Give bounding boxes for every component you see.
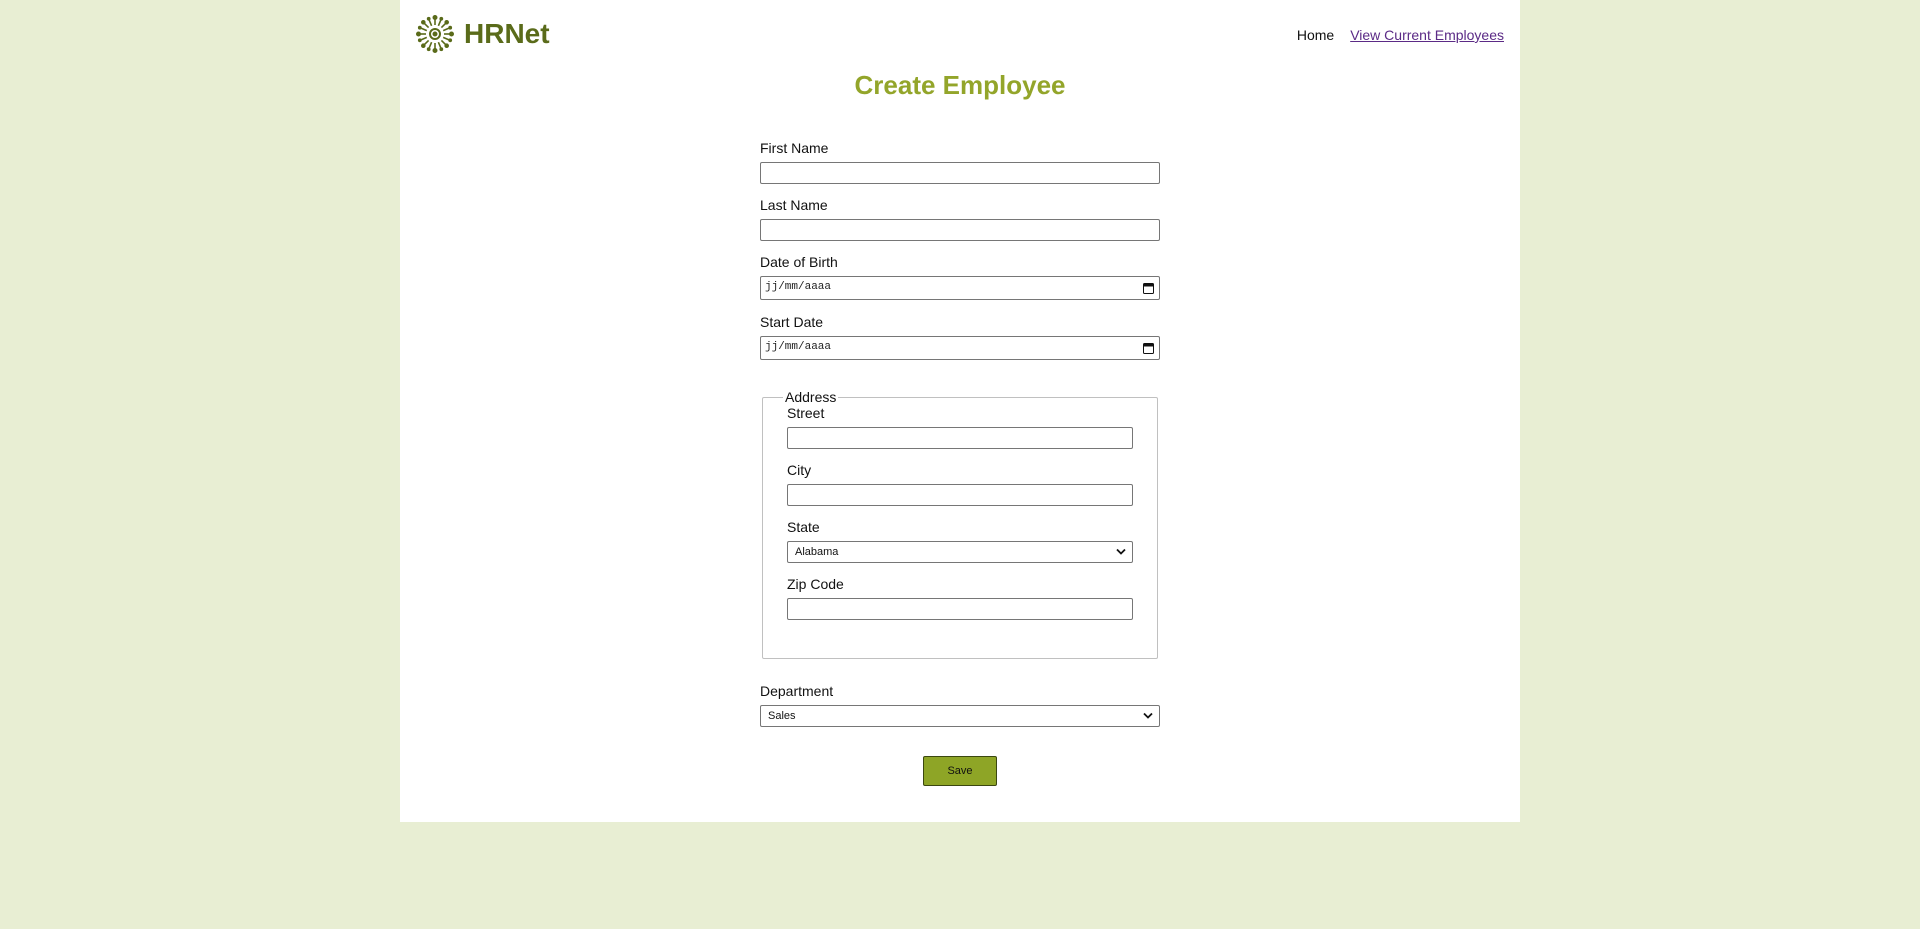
first-name-group: First Name bbox=[760, 140, 1160, 184]
department-group: Department Sales bbox=[760, 683, 1160, 727]
department-select[interactable]: Sales bbox=[760, 705, 1160, 727]
last-name-label: Last Name bbox=[760, 197, 828, 213]
page-container: HRNet Home View Current Employees Create… bbox=[400, 0, 1520, 822]
zip-input[interactable] bbox=[787, 598, 1133, 620]
date-of-birth-group: Date of Birth jj/mm/aaaa bbox=[760, 254, 1160, 300]
address-fieldset: Address Street City State Alabama Zip Co… bbox=[762, 389, 1158, 659]
state-label: State bbox=[787, 519, 820, 535]
main-nav: Home View Current Employees bbox=[1297, 27, 1504, 43]
date-of-birth-placeholder: jj/mm/aaaa bbox=[765, 281, 832, 293]
save-container: Save bbox=[760, 756, 1160, 786]
start-date-label: Start Date bbox=[760, 314, 824, 330]
city-label: City bbox=[787, 462, 812, 478]
create-employee-form: First Name Last Name Date of Birth jj/mm… bbox=[760, 140, 1160, 786]
city-group: City bbox=[787, 462, 1133, 506]
last-name-input[interactable] bbox=[760, 219, 1160, 241]
department-label: Department bbox=[760, 683, 834, 699]
street-input[interactable] bbox=[787, 427, 1133, 449]
first-name-input[interactable] bbox=[760, 162, 1160, 184]
page-title: Create Employee bbox=[854, 70, 1066, 100]
chevron-down-icon bbox=[1143, 712, 1153, 719]
save-button[interactable]: Save bbox=[923, 756, 997, 786]
first-name-label: First Name bbox=[760, 140, 829, 156]
calendar-icon[interactable] bbox=[1143, 342, 1154, 354]
header: HRNet Home View Current Employees bbox=[400, 0, 1520, 70]
state-select[interactable]: Alabama bbox=[787, 541, 1133, 563]
hrnet-logo-icon bbox=[416, 15, 454, 53]
last-name-group: Last Name bbox=[760, 197, 1160, 241]
start-date-input[interactable]: jj/mm/aaaa bbox=[760, 336, 1160, 360]
nav-view-employees-link[interactable]: View Current Employees bbox=[1350, 27, 1504, 43]
brand-name: HRNet bbox=[464, 18, 550, 49]
street-label: Street bbox=[787, 405, 825, 421]
brand-logo[interactable]: HRNet bbox=[415, 14, 550, 54]
date-of-birth-input[interactable]: jj/mm/aaaa bbox=[760, 276, 1160, 300]
state-selected-value: Alabama bbox=[795, 546, 839, 558]
city-input[interactable] bbox=[787, 484, 1133, 506]
street-group: Street bbox=[787, 405, 1133, 449]
department-selected-value: Sales bbox=[768, 710, 796, 722]
date-of-birth-label: Date of Birth bbox=[760, 254, 838, 270]
zip-group: Zip Code bbox=[787, 576, 1133, 620]
address-legend: Address bbox=[785, 389, 837, 405]
nav-home-link[interactable]: Home bbox=[1297, 27, 1334, 43]
state-group: State Alabama bbox=[787, 519, 1133, 563]
chevron-down-icon bbox=[1116, 548, 1126, 555]
zip-label: Zip Code bbox=[787, 576, 844, 592]
start-date-placeholder: jj/mm/aaaa bbox=[765, 341, 832, 353]
start-date-group: Start Date jj/mm/aaaa bbox=[760, 314, 1160, 360]
calendar-icon[interactable] bbox=[1143, 282, 1154, 294]
